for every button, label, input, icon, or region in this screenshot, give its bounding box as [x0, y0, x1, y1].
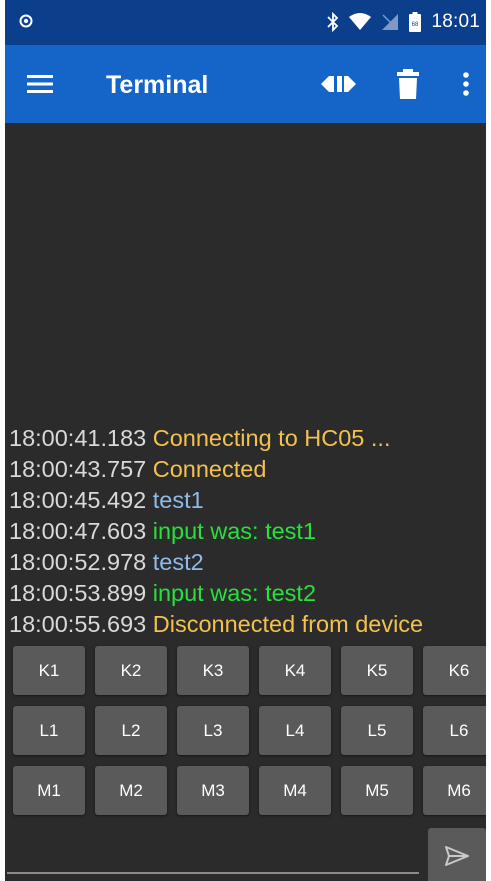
macro-key-m5[interactable]: M5: [341, 766, 413, 815]
status-icons: 68 18:01: [327, 10, 480, 34]
send-icon: [445, 845, 469, 866]
status-bar: 68 18:01: [5, 0, 486, 45]
no-sim-icon: [382, 14, 399, 30]
macro-key-l1[interactable]: L1: [13, 706, 85, 755]
notification-dot-icon: [19, 14, 33, 28]
line-message: test2: [152, 549, 204, 575]
terminal-line: 18:00:53.899 input was: test2: [9, 578, 486, 609]
terminal-line: 18:00:45.492 test1: [9, 485, 486, 516]
menu-icon[interactable]: [25, 69, 55, 99]
terminal-log: 18:00:41.183 Connecting to HC05 ... 18:00…: [9, 423, 486, 640]
terminal-line: 18:00:52.978 test2: [9, 547, 486, 578]
connect-icon[interactable]: [318, 69, 358, 99]
send-button[interactable]: [428, 828, 486, 881]
terminal-output[interactable]: 18:00:41.183 Connecting to HC05 ... 18:00…: [5, 123, 486, 640]
app-bar: Terminal: [5, 45, 486, 123]
send-text-input[interactable]: [7, 834, 419, 874]
macro-key-k2[interactable]: K2: [95, 646, 167, 695]
macro-key-l3[interactable]: L3: [177, 706, 249, 755]
macro-key-m4[interactable]: M4: [259, 766, 331, 815]
macro-key-row: K1 K2 K3 K4 K5 K6: [5, 646, 486, 695]
terminal-line: 18:00:47.603 input was: test1: [9, 516, 486, 547]
line-timestamp: 18:00:45.492: [9, 487, 147, 513]
macro-key-row: L1 L2 L3 L4 L5 L6: [5, 706, 486, 755]
macro-key-l2[interactable]: L2: [95, 706, 167, 755]
macro-key-l4[interactable]: L4: [259, 706, 331, 755]
page-title: Terminal: [106, 71, 209, 99]
line-message: input was: test1: [152, 518, 317, 544]
macro-key-l6[interactable]: L6: [423, 706, 486, 755]
macro-key-l5[interactable]: L5: [341, 706, 413, 755]
line-message: Connecting to HC05 ...: [152, 425, 391, 451]
macro-key-k3[interactable]: K3: [177, 646, 249, 695]
macro-key-k1[interactable]: K1: [13, 646, 85, 695]
overflow-menu-icon[interactable]: [456, 67, 476, 101]
terminal-line: 18:00:43.757 Connected: [9, 454, 486, 485]
macro-key-m6[interactable]: M6: [423, 766, 486, 815]
line-timestamp: 18:00:43.757: [9, 456, 147, 482]
line-message: test1: [152, 487, 204, 513]
line-message: input was: test2: [152, 580, 317, 606]
macro-key-k5[interactable]: K5: [341, 646, 413, 695]
clock: 18:01: [431, 11, 480, 32]
battery-level: 68: [412, 22, 419, 28]
macro-key-m3[interactable]: M3: [177, 766, 249, 815]
line-timestamp: 18:00:55.693: [9, 611, 147, 637]
terminal-line: 18:00:41.183 Connecting to HC05 ...: [9, 423, 486, 454]
macro-key-m1[interactable]: M1: [13, 766, 85, 815]
line-timestamp: 18:00:47.603: [9, 518, 147, 544]
macro-keys: K1 K2 K3 K4 K5 K6 L1 L2 L3 L4 L5 L6 M1 M2 M3 M4 M5 M6: [5, 646, 486, 826]
line-message: Disconnected from device: [152, 611, 424, 637]
input-area: [5, 826, 486, 881]
macro-key-k4[interactable]: K4: [259, 646, 331, 695]
line-message: Connected: [152, 456, 267, 482]
bluetooth-icon: [327, 12, 339, 32]
terminal-line: 18:00:55.693 Disconnected from device: [9, 609, 486, 640]
line-timestamp: 18:00:52.978: [9, 549, 147, 575]
line-timestamp: 18:00:41.183: [9, 425, 147, 451]
macro-key-k6[interactable]: K6: [423, 646, 486, 695]
app-screen: 68 18:01 Terminal 18:00:41.183 Connectin…: [5, 0, 486, 881]
macro-key-row: M1 M2 M3 M4 M5 M6: [5, 766, 486, 815]
line-timestamp: 18:00:53.899: [9, 580, 147, 606]
wifi-icon: [349, 13, 372, 30]
macro-key-m2[interactable]: M2: [95, 766, 167, 815]
delete-icon[interactable]: [393, 67, 423, 101]
battery-icon: 68: [409, 12, 422, 32]
